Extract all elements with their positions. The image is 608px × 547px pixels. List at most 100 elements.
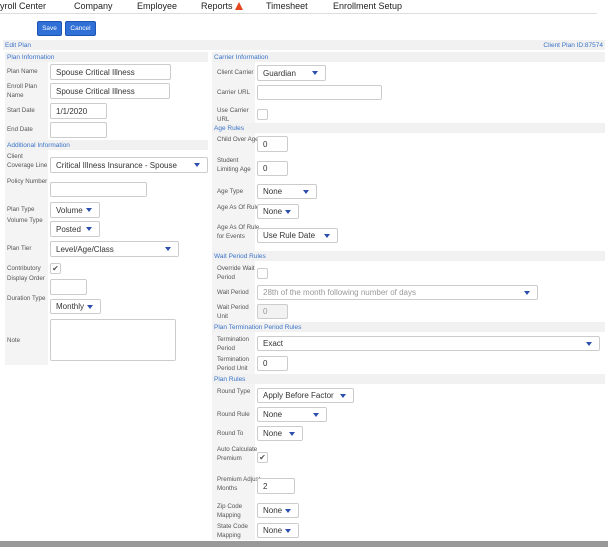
age-as-of-rule-value: None: [263, 207, 283, 216]
volume-type-label: Volume Type: [7, 217, 43, 224]
cancel-button[interactable]: Cancel: [65, 21, 96, 36]
chevron-down-icon: [285, 209, 291, 214]
termination-period-unit-input[interactable]: 0: [257, 356, 288, 371]
display-order-label: Display Order: [7, 275, 45, 282]
policy-number-input[interactable]: [50, 182, 147, 197]
child-over-age-value: 0: [263, 139, 268, 149]
bottom-bar: [0, 541, 608, 547]
student-limiting-age-input[interactable]: 0: [257, 161, 288, 176]
section-plan-rules: Plan Rules: [212, 374, 605, 384]
zip-code-mapping-value: None: [263, 506, 283, 515]
plan-type-select[interactable]: Volume: [50, 202, 100, 218]
wait-period-unit-input[interactable]: 0: [257, 304, 288, 319]
termination-period-select[interactable]: Exact: [257, 336, 600, 351]
nav-enrollment-setup[interactable]: Enrollment Setup: [333, 1, 402, 11]
zip-code-mapping-select[interactable]: None: [257, 503, 299, 518]
contributory-checkbox[interactable]: ✔: [50, 263, 61, 274]
enroll-plan-name-label: Enroll Plan Name: [7, 83, 37, 99]
client-coverage-line-select[interactable]: Critical Illness Insurance - Spouse: [50, 157, 208, 173]
client-carrier-label: Client Carrier: [217, 69, 254, 76]
checkmark-icon: ✔: [259, 453, 266, 462]
duration-type-select[interactable]: Monthly: [50, 299, 101, 314]
auto-calculate-premium-label: Auto Calculate Premium: [217, 446, 258, 462]
warning-icon: [234, 2, 243, 10]
client-coverage-line-value: Critical Illness Insurance - Spouse: [56, 160, 177, 170]
wait-period-value: 28th of the month following number of da…: [263, 288, 416, 297]
chevron-down-icon: [289, 431, 295, 436]
wait-period-select[interactable]: 28th of the month following number of da…: [257, 285, 538, 300]
carrier-url-label: Carrier URL: [217, 89, 251, 96]
chevron-down-icon: [194, 163, 200, 167]
state-code-mapping-select[interactable]: None: [257, 523, 299, 538]
client-carrier-value: Guardian: [263, 68, 296, 78]
use-carrier-url-checkbox[interactable]: [257, 109, 268, 120]
volume-type-select[interactable]: Posted: [50, 221, 100, 237]
age-as-of-rule-label: Age As Of Rule: [217, 204, 260, 211]
nav-payroll-center[interactable]: yroll Center: [0, 1, 46, 11]
wait-period-unit-label: Wait Period Unit: [217, 304, 249, 320]
plan-type-value: Volume: [56, 205, 83, 215]
client-coverage-line-label: Client Coverage Line: [7, 153, 48, 169]
checkmark-icon: ✔: [52, 264, 59, 273]
plan-name-label: Plan Name: [7, 68, 38, 75]
nav-timesheet[interactable]: Timesheet: [266, 1, 308, 11]
display-order-input[interactable]: [50, 279, 87, 295]
end-date-input[interactable]: [50, 122, 107, 138]
chevron-down-icon: [86, 227, 92, 231]
child-over-age-input[interactable]: 0: [257, 136, 288, 152]
chevron-down-icon: [165, 247, 171, 251]
chevron-down-icon: [340, 393, 346, 398]
age-as-of-rule-for-events-select[interactable]: Use Rule Date: [257, 228, 338, 243]
round-rule-select[interactable]: None: [257, 407, 327, 422]
wait-period-label: Wait Period: [217, 289, 249, 296]
use-carrier-url-label: Use Carrier URL: [217, 107, 249, 123]
carrier-url-input[interactable]: [257, 85, 382, 100]
start-date-input[interactable]: 1/1/2020: [50, 103, 107, 119]
client-carrier-select[interactable]: Guardian: [257, 65, 326, 81]
round-rule-value: None: [263, 410, 283, 419]
round-to-value: None: [263, 429, 283, 438]
student-limiting-age-value: 0: [263, 164, 268, 173]
round-to-label: Round To: [217, 430, 244, 437]
premium-adjust-months-value: 2: [263, 481, 268, 491]
zip-code-mapping-label: Zip Code Mapping: [217, 503, 243, 519]
chevron-down-icon: [303, 189, 309, 194]
nav-company[interactable]: Company: [74, 1, 113, 11]
nav-employee[interactable]: Employee: [137, 1, 177, 11]
age-as-of-rule-select[interactable]: None: [257, 204, 299, 219]
override-wait-period-checkbox[interactable]: [257, 268, 268, 279]
end-date-label: End Date: [7, 126, 33, 133]
premium-adjust-months-input[interactable]: 2: [257, 478, 295, 494]
age-as-of-rule-for-events-label: Age As Of Rule for Events: [217, 224, 260, 240]
save-button[interactable]: Save: [37, 21, 62, 36]
section-carrier-information: Carrier Information: [212, 52, 605, 62]
duration-type-label: Duration Type: [7, 295, 46, 302]
duration-type-value: Monthly: [56, 302, 85, 311]
termination-period-unit-value: 0: [263, 359, 268, 368]
age-type-select[interactable]: None: [257, 184, 317, 199]
child-over-age-label: Child Over Age: [217, 136, 259, 143]
chevron-down-icon: [324, 233, 330, 238]
enroll-plan-name-input[interactable]: Spouse Critical Illness: [50, 83, 170, 99]
auto-calculate-premium-checkbox[interactable]: ✔: [257, 452, 268, 463]
round-rule-label: Round Rule: [217, 411, 250, 418]
override-wait-period-label: Override Wait Period: [217, 265, 255, 281]
plan-tier-select[interactable]: Level/Age/Class: [50, 241, 179, 257]
round-to-select[interactable]: None: [257, 426, 303, 441]
student-limiting-age-label: Student Limiting Age: [217, 157, 251, 173]
client-plan-id: Client Plan ID:87574: [543, 41, 603, 49]
age-as-of-rule-for-events-value: Use Rule Date: [263, 231, 316, 240]
volume-type-value: Posted: [56, 224, 81, 234]
start-date-label: Start Date: [7, 107, 35, 114]
chevron-down-icon: [285, 528, 291, 533]
round-type-value: Apply Before Factor: [263, 391, 334, 400]
nav-reports[interactable]: Reports: [201, 1, 243, 11]
termination-period-label: Termination Period: [217, 336, 249, 352]
section-plan-information: Plan Information: [5, 52, 208, 62]
round-type-select[interactable]: Apply Before Factor: [257, 388, 354, 403]
right-label-column: [212, 62, 255, 540]
note-label: Note: [7, 337, 21, 344]
note-textarea[interactable]: [50, 319, 176, 361]
chevron-down-icon: [312, 71, 318, 75]
plan-name-input[interactable]: Spouse Critical Illness: [50, 64, 171, 80]
